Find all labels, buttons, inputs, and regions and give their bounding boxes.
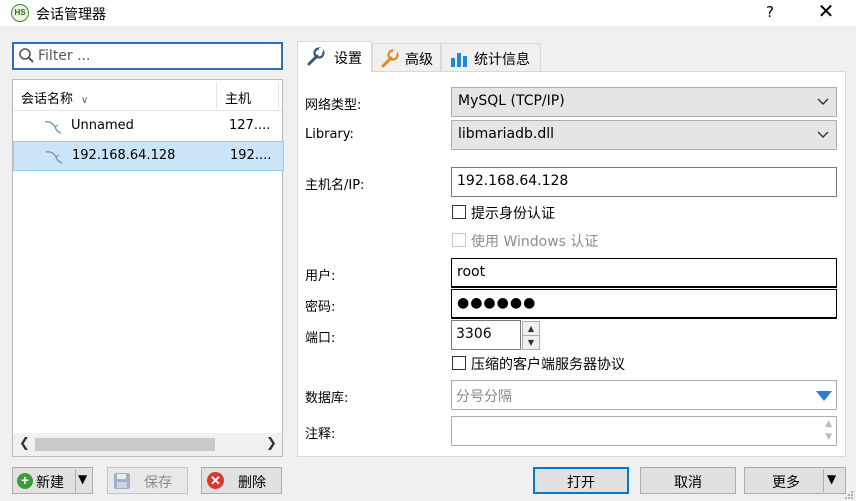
column-divider[interactable] — [278, 82, 279, 109]
comment-label: 注释: — [305, 427, 336, 442]
session-name: 192.168.64.128 — [72, 148, 176, 163]
chevron-down-icon — [816, 94, 830, 112]
port-value: 3306 — [456, 326, 492, 342]
app-logo-icon: HS — [11, 4, 29, 22]
tab-advanced[interactable]: 高级 — [372, 43, 441, 71]
databases-placeholder: 分号分隔 — [456, 389, 512, 405]
dropdown-triangle-icon[interactable] — [816, 391, 832, 401]
delete-button[interactable]: ✕ 删除 — [201, 467, 282, 494]
tab-statistics[interactable]: 统计信息 — [441, 43, 541, 71]
compressed-protocol-label[interactable]: 压缩的客户端服务器协议 — [471, 354, 625, 374]
compressed-protocol-checkbox[interactable] — [452, 356, 466, 370]
session-list[interactable]: 会话名称 ∨ 主机 Unnamed 127.... 192.168.64.128 … — [12, 79, 284, 457]
scroll-left-arrow-icon[interactable]: ❮ — [19, 436, 30, 451]
user-value: root — [457, 264, 486, 280]
network-type-label: 网络类型: — [305, 98, 362, 113]
bar-chart-icon — [449, 49, 471, 73]
prompt-credentials-checkbox[interactable] — [452, 205, 466, 219]
column-header-host[interactable]: 主机 — [225, 88, 251, 107]
open-button[interactable]: 打开 — [533, 467, 629, 494]
password-input[interactable]: ●●●●●● — [451, 289, 837, 319]
user-label: 用户: — [305, 269, 336, 284]
wrench-orange-icon — [380, 49, 402, 73]
dropdown-arrow-icon[interactable]: ▼ — [827, 472, 836, 486]
session-row-unnamed[interactable]: Unnamed 127.... — [13, 112, 284, 142]
cancel-button[interactable]: 取消 — [640, 467, 736, 494]
window-title: 会话管理器 — [36, 7, 106, 23]
scroll-right-arrow-icon[interactable]: ❯ — [266, 436, 277, 451]
chevron-down-icon — [816, 127, 830, 145]
prompt-credentials-label[interactable]: 提示身份认证 — [471, 203, 555, 223]
windows-auth-label[interactable]: 使用 Windows 认证 — [471, 231, 598, 251]
help-button[interactable]: ? — [756, 1, 784, 23]
save-button-label: 保存 — [144, 475, 172, 491]
port-increment-button[interactable]: ▲ — [522, 321, 540, 336]
scrollbar-thumb[interactable] — [35, 438, 215, 451]
column-divider[interactable] — [216, 82, 217, 109]
host-label: 主机名/IP: — [305, 178, 365, 193]
session-list-header: 会话名称 ∨ 主机 — [13, 80, 282, 111]
network-type-select[interactable]: MySQL (TCP/IP) — [451, 87, 837, 117]
comment-textarea[interactable]: ▲ ▼ — [451, 416, 837, 446]
title-bar: HS 会话管理器 ? ✕ — [0, 0, 856, 26]
mysql-dolphin-icon — [44, 149, 64, 169]
databases-combo[interactable]: 分号分隔 — [451, 380, 837, 410]
password-label: 密码: — [305, 300, 336, 315]
library-select[interactable]: libmariadb.dll — [451, 120, 837, 150]
scroll-down-icon[interactable]: ▼ — [825, 432, 832, 442]
filter-input[interactable] — [38, 45, 278, 67]
port-input[interactable]: 3306 — [451, 320, 521, 350]
more-button[interactable]: 更多 ▼ — [744, 467, 846, 494]
tab-label: 统计信息 — [474, 52, 530, 68]
tab-label: 高级 — [405, 52, 433, 68]
close-button[interactable]: ✕ — [810, 1, 842, 23]
dropdown-arrow-icon[interactable]: ▼ — [78, 472, 87, 486]
password-value: ●●●●●● — [457, 295, 537, 311]
library-value: libmariadb.dll — [458, 126, 554, 142]
library-label: Library: — [305, 127, 354, 142]
port-label: 端口: — [305, 331, 336, 346]
filter-box[interactable] — [12, 42, 283, 70]
windows-auth-checkbox[interactable] — [452, 233, 466, 247]
delete-x-icon: ✕ — [207, 472, 224, 489]
cancel-button-label: 取消 — [674, 475, 702, 491]
search-icon — [18, 47, 35, 68]
horizontal-scrollbar[interactable]: ❮ ❯ — [13, 433, 282, 456]
host-input[interactable]: 192.168.64.128 — [451, 167, 837, 197]
sort-chevron-icon: ∨ — [81, 95, 89, 106]
scroll-up-icon[interactable]: ▲ — [825, 419, 832, 429]
open-button-label: 打开 — [567, 475, 595, 491]
session-row-selected[interactable]: 192.168.64.128 192.... — [13, 141, 284, 171]
delete-button-label: 删除 — [238, 475, 266, 491]
resize-grip-icon[interactable] — [844, 489, 854, 499]
session-host: 192.... — [230, 148, 272, 163]
tab-label: 设置 — [334, 51, 362, 67]
new-session-button[interactable]: + 新建 ▼ — [12, 467, 93, 494]
column-header-session-name-label: 会话名称 — [21, 92, 74, 107]
databases-label: 数据库: — [305, 391, 349, 406]
more-button-label: 更多 — [772, 475, 800, 491]
session-name: Unnamed — [71, 118, 134, 133]
host-value: 192.168.64.128 — [457, 173, 569, 189]
split-divider — [75, 469, 76, 492]
new-button-label: 新建 — [36, 475, 64, 491]
session-host: 127.... — [229, 118, 271, 133]
wrench-icon — [305, 47, 327, 71]
user-input[interactable]: root — [451, 258, 837, 288]
split-divider — [823, 469, 824, 492]
tab-settings[interactable]: 设置 — [297, 41, 372, 72]
plus-icon: + — [17, 473, 33, 489]
port-decrement-button[interactable]: ▼ — [522, 335, 540, 350]
save-button[interactable]: 保存 — [107, 467, 188, 494]
mysql-dolphin-icon — [43, 119, 63, 139]
column-header-session-name[interactable]: 会话名称 ∨ — [21, 88, 88, 107]
floppy-disk-icon — [113, 472, 131, 494]
network-type-value: MySQL (TCP/IP) — [458, 93, 565, 109]
